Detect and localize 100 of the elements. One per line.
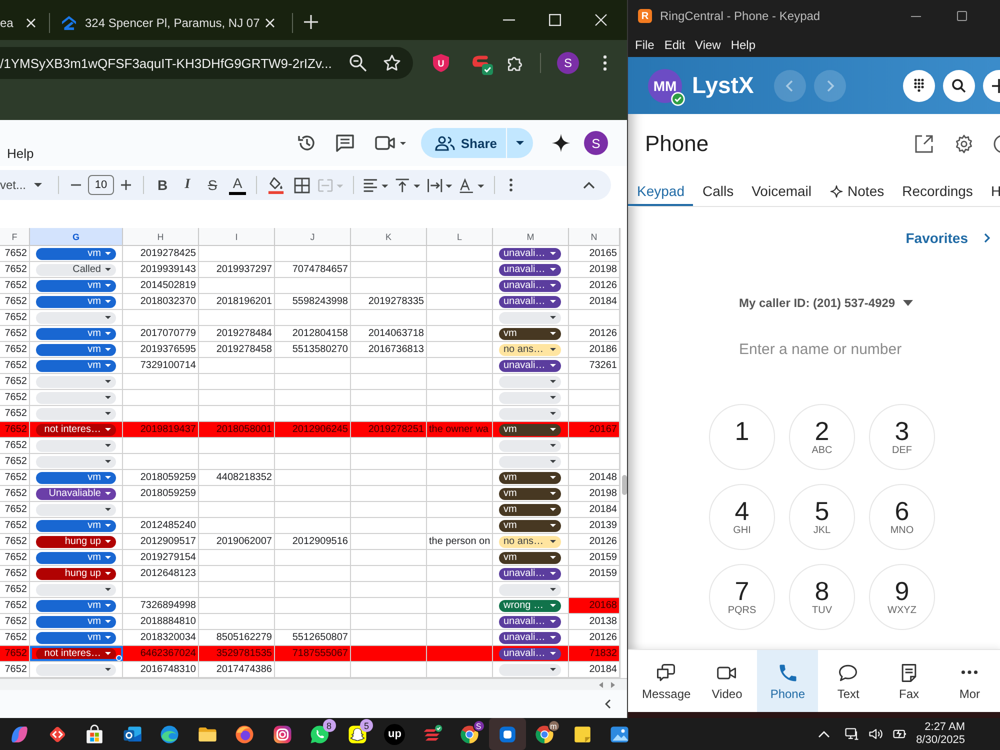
dropdown-chip[interactable]: vm	[498, 520, 560, 532]
dropdown-chip[interactable]: vm	[36, 472, 116, 484]
dial-key[interactable]: 6 MNO	[869, 484, 935, 550]
chat-phone-icon[interactable]	[309, 724, 330, 744]
menu-item[interactable]: Help	[726, 38, 761, 52]
dropdown-chip[interactable]: unavali…	[498, 296, 560, 308]
align-icon[interactable]	[362, 178, 390, 192]
browser-tab[interactable]: 324 Spencer Pl, Paramus, NJ 07	[53, 6, 289, 40]
history-icon[interactable]	[296, 133, 317, 153]
mail-icon[interactable]	[122, 724, 143, 744]
shopping-bag-icon[interactable]	[84, 724, 106, 744]
nav-item[interactable]: Phone	[757, 650, 818, 712]
star-icon[interactable]	[383, 54, 401, 72]
nav-item[interactable]: Message	[636, 650, 697, 712]
tab[interactable]: Voicemail	[742, 178, 821, 206]
image-icon[interactable]	[609, 724, 630, 744]
vertical-align-icon[interactable]	[394, 178, 422, 192]
browser-icon[interactable]	[459, 724, 480, 744]
menu-item[interactable]: Help	[7, 146, 34, 161]
dial-key[interactable]: 3 DEF	[869, 404, 935, 470]
text-wrap-icon[interactable]	[426, 178, 454, 192]
swirl-icon[interactable]	[9, 724, 30, 744]
favorites-link[interactable]: Favorites	[906, 230, 990, 246]
dropdown-chip[interactable]: Unavaliable	[36, 488, 116, 500]
dropdown-chip[interactable]: vm	[36, 328, 116, 340]
note-icon[interactable]	[572, 724, 593, 744]
dropdown-chip[interactable]: unavali…	[498, 264, 560, 276]
zoom-out-icon[interactable]	[349, 54, 367, 72]
browser-icon[interactable]	[534, 724, 556, 744]
scroll-left-icon[interactable]	[599, 682, 603, 688]
column-header[interactable]: G	[30, 228, 123, 246]
selected-cell[interactable]: not interes…	[30, 646, 123, 661]
dropdown-chip[interactable]: no ans…	[498, 344, 560, 356]
nav-item[interactable]: Fax	[878, 650, 940, 712]
dialpad-icon[interactable]	[903, 70, 935, 102]
dropdown-chip[interactable]: vm	[498, 552, 560, 564]
dropdown-chip[interactable]: vm	[498, 504, 560, 516]
maximize-icon[interactable]	[957, 11, 967, 21]
column-header[interactable]: M	[493, 228, 569, 246]
dial-key[interactable]: 5 JKL	[789, 484, 855, 550]
menu-item[interactable]: Edit	[659, 38, 690, 52]
column-header[interactable]: L	[427, 228, 493, 246]
dropdown-chip[interactable]: vm	[36, 248, 116, 260]
dropdown-chip[interactable]: vm	[36, 632, 116, 644]
chevron-up-icon[interactable]	[818, 730, 830, 738]
close-tab-icon[interactable]	[265, 18, 275, 28]
camera-icon[interactable]	[272, 724, 293, 744]
menu-item[interactable]: View	[690, 38, 726, 52]
wave-icon[interactable]	[159, 724, 180, 744]
collapse-icon[interactable]	[583, 181, 595, 189]
horizontal-scrollbar[interactable]	[0, 678, 627, 690]
column-header[interactable]: F	[0, 228, 30, 246]
dropdown-chip[interactable]: unavali…	[498, 648, 560, 660]
tab[interactable]: Keypad	[628, 178, 694, 206]
address-bar[interactable]: /1YMSyXB3m1wQFSF3aquIT-KH3DHfG9GRTW9-2rIZv...	[0, 47, 413, 79]
column-header[interactable]: H	[123, 228, 199, 246]
shield-icon[interactable]: U	[433, 54, 449, 72]
tab[interactable]: Recordings	[893, 178, 982, 206]
plus-icon[interactable]	[121, 180, 132, 190]
nav-item[interactable]: Mor	[939, 650, 1000, 712]
borders-icon[interactable]	[294, 176, 310, 194]
app-logo[interactable]: up	[384, 724, 406, 744]
tab[interactable]: H	[982, 178, 1000, 206]
profile-avatar[interactable]: S	[557, 52, 579, 74]
dropdown-chip[interactable]: vm	[36, 360, 116, 372]
share-button[interactable]: Share	[420, 128, 506, 158]
tab[interactable]: Notes	[820, 178, 894, 206]
clock-time[interactable]: 2:27 AM	[924, 721, 965, 734]
column-header[interactable]: I	[199, 228, 275, 246]
bold-button[interactable]: B	[151, 174, 174, 196]
scrollbar-thumb[interactable]	[622, 475, 627, 495]
open-external-icon[interactable]	[914, 134, 934, 154]
dial-key[interactable]: 4 GHI	[709, 484, 775, 550]
rounded-square-icon[interactable]	[496, 724, 518, 744]
network-icon[interactable]	[844, 726, 860, 742]
dropdown-chip[interactable]: not interes…	[36, 424, 116, 436]
taskbar-button[interactable]	[488, 718, 526, 750]
fill-handle[interactable]	[116, 655, 122, 661]
column-header[interactable]: N	[569, 228, 620, 246]
search-icon[interactable]	[943, 70, 975, 102]
dropdown-chip[interactable]: vm	[498, 424, 560, 436]
nav-item[interactable]: Text	[818, 650, 879, 712]
italic-button[interactable]: I	[176, 174, 200, 196]
dropdown-chip[interactable]: vm	[498, 488, 560, 500]
dropdown-chip[interactable]: vm	[36, 280, 116, 292]
dial-key[interactable]: 8 TUV	[789, 564, 855, 630]
dropdown-chip[interactable]: wrong …	[498, 600, 560, 612]
dropdown-chip[interactable]: Called	[36, 264, 116, 276]
dropdown-chip[interactable]: unavali…	[498, 248, 560, 260]
browser-tab[interactable]: ea	[0, 6, 46, 40]
menu-icon[interactable]	[603, 55, 607, 71]
dropdown-chip[interactable]: no ans…	[498, 536, 560, 548]
dropdown-chip[interactable]: unavali…	[498, 568, 560, 580]
clock-date[interactable]: 8/30/2025	[916, 734, 965, 747]
share-menu-button[interactable]	[507, 128, 533, 158]
sparkle-icon[interactable]	[551, 133, 571, 153]
dropdown-chip[interactable]: vm	[36, 600, 116, 612]
dropdown-chip[interactable]: unavali…	[498, 632, 560, 644]
dropdown-chip[interactable]: vm	[498, 328, 560, 340]
caller-id-dropdown[interactable]: My caller ID: (201) 537-4929	[739, 296, 914, 310]
